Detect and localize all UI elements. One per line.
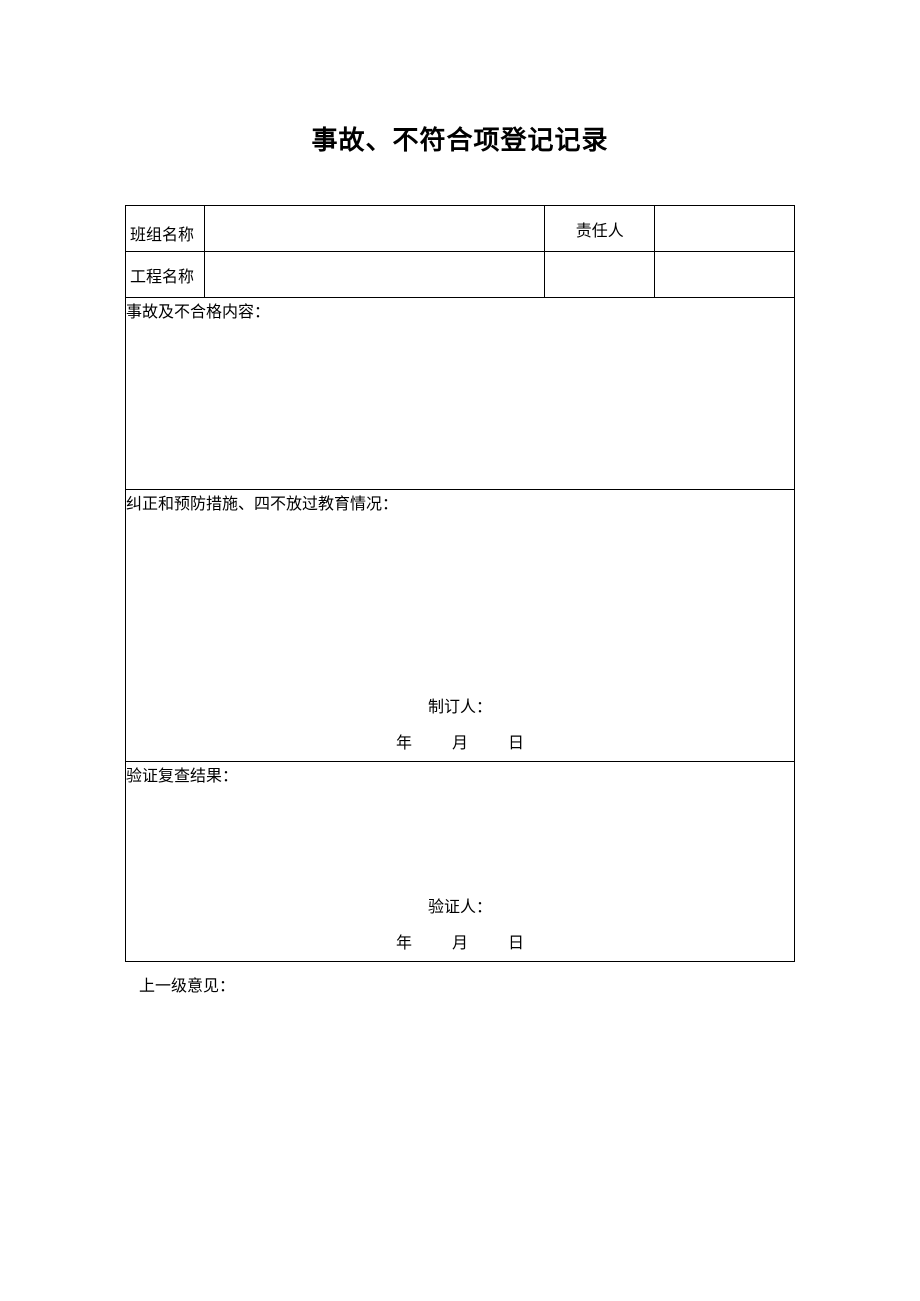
section-accident: 事故及不合格内容： bbox=[126, 298, 795, 490]
label-superior-opinion: 上一级意见： bbox=[125, 962, 795, 996]
document-page: 事故、不符合项登记记录 班组名称 责任人 工程名称 事故及不合格内容： 纠正和预… bbox=[0, 0, 920, 996]
drafter-date: 年 月 日 bbox=[126, 729, 794, 753]
section-verify: 验证复查结果： 验证人： 年 月 日 bbox=[126, 762, 795, 962]
value-responsible bbox=[655, 206, 795, 252]
row-team: 班组名称 责任人 bbox=[126, 206, 795, 252]
drafter-signature-block: 制订人： 年 月 日 bbox=[126, 693, 794, 753]
value-row2-col4 bbox=[655, 252, 795, 298]
row-project: 工程名称 bbox=[126, 252, 795, 298]
value-project-name bbox=[204, 252, 544, 298]
label-responsible: 责任人 bbox=[545, 206, 655, 252]
label-verifier: 验证人： bbox=[126, 893, 794, 917]
verifier-date: 年 月 日 bbox=[126, 929, 794, 953]
row-verify: 验证复查结果： 验证人： 年 月 日 bbox=[126, 762, 795, 962]
date-year: 年 bbox=[396, 735, 412, 752]
label-project-name: 工程名称 bbox=[126, 252, 205, 298]
date-day: 日 bbox=[508, 935, 524, 952]
date-year: 年 bbox=[396, 935, 412, 952]
date-month: 月 bbox=[452, 935, 468, 952]
row-corrective: 纠正和预防措施、四不放过教育情况： 制订人： 年 月 日 bbox=[126, 490, 795, 762]
section-corrective: 纠正和预防措施、四不放过教育情况： 制订人： 年 月 日 bbox=[126, 490, 795, 762]
label-verify-result: 验证复查结果： bbox=[126, 762, 794, 786]
label-team-name: 班组名称 bbox=[126, 206, 205, 252]
document-title: 事故、不符合项登记记录 bbox=[125, 120, 795, 157]
row-accident: 事故及不合格内容： bbox=[126, 298, 795, 490]
label-corrective-actions: 纠正和预防措施、四不放过教育情况： bbox=[126, 490, 794, 514]
date-day: 日 bbox=[508, 735, 524, 752]
verifier-signature-block: 验证人： 年 月 日 bbox=[126, 893, 794, 953]
date-month: 月 bbox=[452, 735, 468, 752]
form-table: 班组名称 责任人 工程名称 事故及不合格内容： 纠正和预防措施、四不放过教育情况… bbox=[125, 205, 795, 962]
label-drafter: 制订人： bbox=[126, 693, 794, 717]
value-team-name bbox=[204, 206, 544, 252]
label-accident-content: 事故及不合格内容： bbox=[126, 298, 794, 322]
value-row2-col3 bbox=[545, 252, 655, 298]
